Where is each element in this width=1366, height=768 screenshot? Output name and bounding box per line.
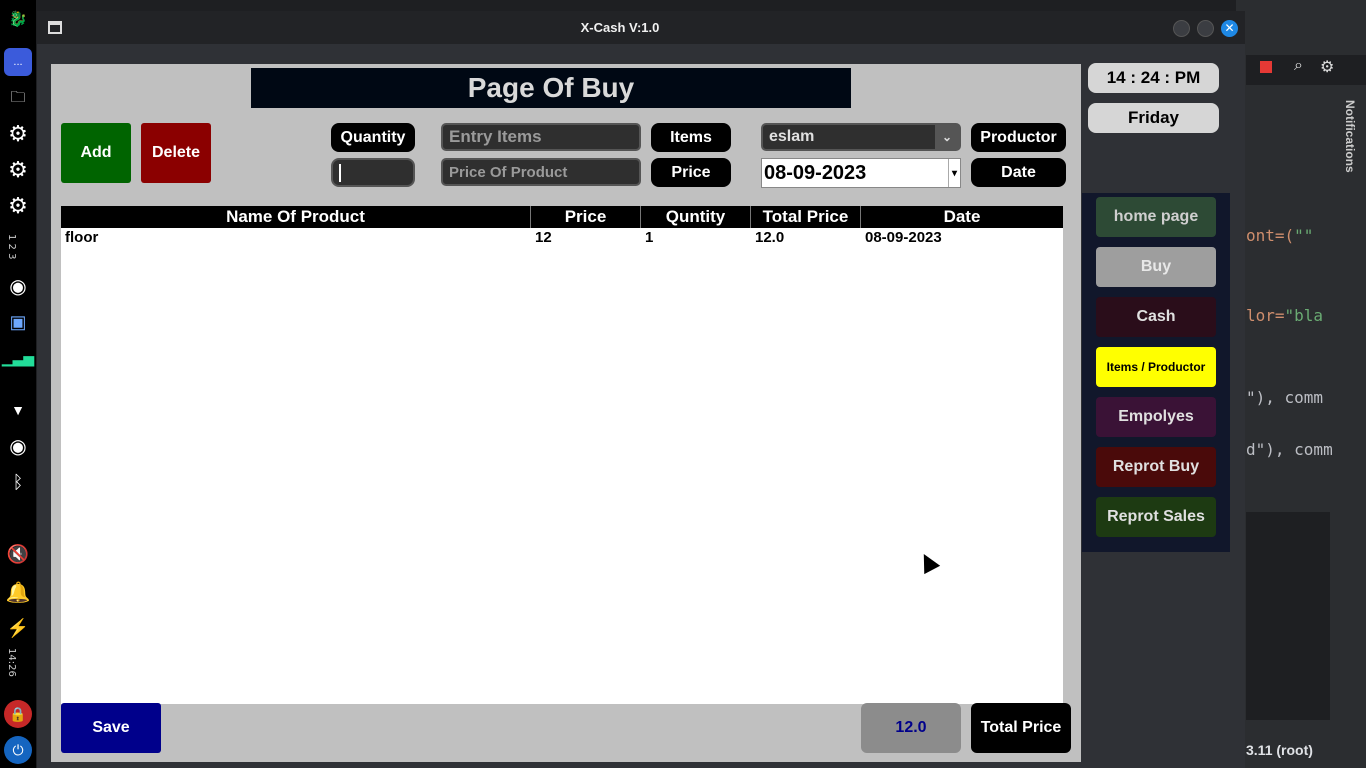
- mute-icon[interactable]: 🔇: [4, 540, 32, 568]
- day-display: Friday: [1088, 103, 1219, 133]
- nav-report-sales-button[interactable]: Reprot Sales: [1096, 497, 1216, 537]
- column-header-total[interactable]: Total Price: [751, 206, 861, 228]
- productor-value: eslam: [769, 128, 815, 145]
- folder-icon[interactable]: 🗀: [4, 85, 32, 113]
- battery-icon: ⚡: [6, 617, 30, 638]
- launcher-label: ...: [13, 56, 23, 68]
- code-line: d"), comm: [1246, 440, 1333, 459]
- ide-status: 3.11 (root): [1246, 742, 1313, 758]
- settings-icon-3[interactable]: ⚙: [4, 192, 32, 220]
- nav-home-button[interactable]: home page: [1096, 197, 1216, 237]
- lock-icon[interactable]: 🔒: [4, 700, 32, 728]
- notifications-tab[interactable]: Notifications: [1339, 100, 1357, 220]
- column-header-price[interactable]: Price: [531, 206, 641, 228]
- nav-employees-button[interactable]: Empolyes: [1096, 397, 1216, 437]
- entry-items-input[interactable]: Entry Items: [441, 123, 641, 151]
- chrome-icon-2[interactable]: ◉: [4, 432, 32, 460]
- quantity-label: Quantity: [331, 123, 415, 152]
- date-label: Date: [971, 158, 1066, 187]
- ide-toolbar: ⌕ ⚙: [1246, 55, 1366, 85]
- launcher-icon[interactable]: ...: [4, 48, 32, 76]
- chevron-down-icon[interactable]: ⌄: [935, 125, 959, 149]
- close-icon: ✕: [1224, 21, 1235, 35]
- table-cell: floor: [65, 229, 99, 246]
- app-icon[interactable]: ▣: [4, 308, 32, 336]
- settings-icon[interactable]: ⚙: [4, 120, 32, 148]
- buy-panel: Page Of Buy Add Delete Quantity Entry It…: [51, 64, 1081, 762]
- delete-button[interactable]: Delete: [141, 123, 211, 183]
- nav-menu: home page Buy Cash Items / Productor Empolye…: [1082, 193, 1230, 552]
- gear-icon[interactable]: ⚙: [1320, 57, 1334, 77]
- window-title: X-Cash V:1.0: [580, 20, 660, 35]
- maximize-button[interactable]: [1197, 20, 1214, 37]
- nav-report-buy-button[interactable]: Reprot Buy: [1096, 447, 1216, 487]
- text-cursor: [339, 163, 341, 182]
- column-header-name[interactable]: Name Of Product: [61, 206, 531, 228]
- close-button[interactable]: ✕: [1221, 20, 1238, 37]
- price-label: Price: [651, 158, 731, 187]
- nav-cash-button[interactable]: Cash: [1096, 297, 1216, 337]
- power-icon[interactable]: ⏻: [4, 736, 32, 764]
- column-header-date[interactable]: Date: [861, 206, 1063, 228]
- add-button[interactable]: Add: [61, 123, 131, 183]
- chrome-icon[interactable]: ◉: [4, 272, 32, 300]
- monitor-icon: ▁▃▅: [1, 349, 35, 366]
- total-value: 12.0: [861, 703, 961, 753]
- bell-icon[interactable]: 🔔: [4, 578, 32, 606]
- code-line: "), comm: [1246, 388, 1324, 407]
- table-cell: 12: [535, 229, 552, 246]
- table-cell: 1: [645, 229, 654, 246]
- time-display: 14 : 24 : PM: [1088, 63, 1219, 93]
- page-title: Page Of Buy: [251, 68, 851, 108]
- price-input[interactable]: Price Of Product: [441, 158, 641, 186]
- nav-items-productor-button[interactable]: Items / Productor: [1096, 347, 1216, 387]
- items-label: Items: [651, 123, 731, 152]
- spinner-icon[interactable]: ▾: [948, 159, 960, 187]
- minimize-button[interactable]: [1173, 20, 1190, 37]
- total-price-label: Total Price: [971, 703, 1071, 753]
- date-input[interactable]: 08-09-2023 ▾: [761, 158, 961, 188]
- code-line: lor="bla: [1246, 306, 1324, 325]
- title-bar[interactable]: X-Cash V:1.0 ✕: [37, 11, 1245, 44]
- productor-select[interactable]: eslam ⌄: [761, 123, 961, 151]
- kali-dragon-icon[interactable]: 🐉: [4, 5, 32, 33]
- stop-icon[interactable]: [1260, 61, 1272, 73]
- table-header: Name Of Product Price Quntity Total Pric…: [61, 206, 1063, 228]
- app-window: X-Cash V:1.0 ✕ Page Of Buy Add Delete Qu…: [37, 11, 1245, 768]
- table-cell: 12.0: [755, 229, 785, 246]
- ide-terminal: [1246, 512, 1330, 720]
- taskbar: 🐉 ... 🗀 ⚙ ⚙ ⚙ 1 2 3 ◉ ▣ ▁▃▅ ▼ ◉ ᛒ 🔇 🔔 ⚡ …: [0, 0, 36, 768]
- wifi-icon[interactable]: ▼: [4, 396, 32, 424]
- quantity-input[interactable]: [331, 158, 415, 187]
- taskbar-clock: 14:26: [6, 648, 17, 677]
- bluetooth-icon[interactable]: ᛒ: [4, 468, 32, 496]
- settings-icon-2[interactable]: ⚙: [4, 156, 32, 184]
- code-line: ont=("": [1246, 226, 1314, 245]
- nav-buy-button[interactable]: Buy: [1096, 247, 1216, 287]
- save-button[interactable]: Save: [61, 703, 161, 753]
- productor-label: Productor: [971, 123, 1066, 152]
- table-cell: 08-09-2023: [865, 229, 942, 246]
- column-header-quantity[interactable]: Quntity: [641, 206, 751, 228]
- workspace-counter: 1 2 3: [6, 234, 17, 260]
- date-value: 08-09-2023: [764, 162, 867, 184]
- search-icon[interactable]: ⌕: [1294, 57, 1303, 75]
- purchases-table[interactable]: Name Of Product Price Quntity Total Pric…: [61, 206, 1063, 704]
